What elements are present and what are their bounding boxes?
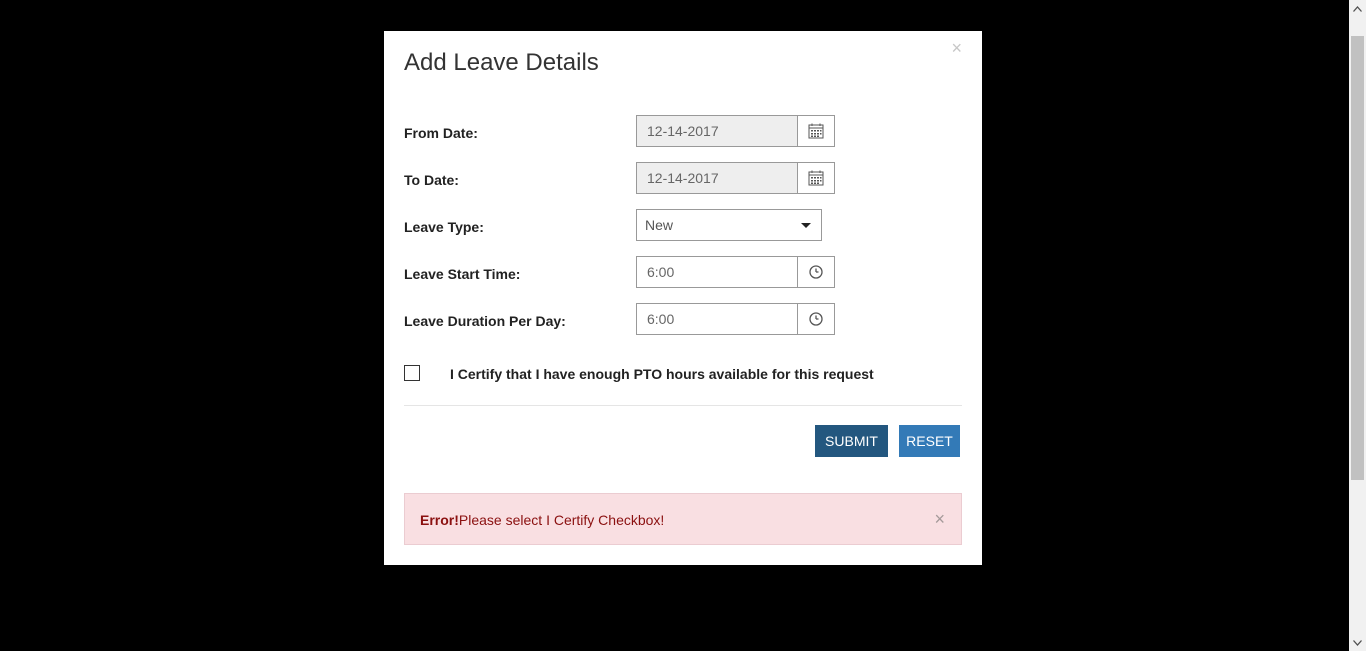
from-date-input[interactable] bbox=[636, 115, 797, 147]
to-date-group bbox=[636, 162, 835, 194]
leave-duration-label: Leave Duration Per Day: bbox=[404, 313, 566, 329]
leave-start-time-label: Leave Start Time: bbox=[404, 266, 521, 282]
to-date-row: To Date: bbox=[404, 162, 964, 206]
leave-start-time-input[interactable] bbox=[636, 256, 797, 288]
clock-icon[interactable] bbox=[797, 256, 835, 288]
leave-duration-row: Leave Duration Per Day: bbox=[404, 303, 964, 347]
leave-type-row: Leave Type: New bbox=[404, 209, 964, 253]
leave-duration-input[interactable] bbox=[636, 303, 797, 335]
close-icon[interactable]: × bbox=[934, 510, 945, 528]
from-date-group bbox=[636, 115, 835, 147]
certify-label[interactable]: I Certify that I have enough PTO hours a… bbox=[450, 366, 874, 382]
calendar-icon[interactable] bbox=[797, 115, 835, 147]
certify-checkbox[interactable] bbox=[404, 365, 420, 381]
chevron-down-icon[interactable] bbox=[1349, 634, 1366, 651]
dialog-title: Add Leave Details bbox=[404, 49, 599, 76]
chevron-up-icon[interactable] bbox=[1349, 0, 1366, 17]
vertical-scrollbar[interactable] bbox=[1349, 0, 1366, 651]
chevron-down-icon bbox=[801, 222, 811, 228]
close-icon[interactable]: × bbox=[951, 39, 962, 57]
error-alert: Error!Please select I Certify Checkbox! … bbox=[404, 493, 962, 545]
to-date-label: To Date: bbox=[404, 172, 459, 188]
calendar-icon[interactable] bbox=[797, 162, 835, 194]
to-date-input[interactable] bbox=[636, 162, 797, 194]
add-leave-dialog: × Add Leave Details From Date: 12-14-201… bbox=[384, 31, 982, 565]
clock-icon[interactable] bbox=[797, 303, 835, 335]
leave-type-value: New bbox=[645, 217, 674, 233]
from-date-row: From Date: bbox=[404, 115, 964, 159]
alert-message: Please select I Certify Checkbox! bbox=[458, 512, 665, 528]
from-date-label: From Date: bbox=[404, 125, 478, 141]
leave-type-select[interactable]: New bbox=[636, 209, 822, 241]
leave-start-time-group bbox=[636, 256, 835, 288]
alert-text: Error!Please select I Certify Checkbox! bbox=[420, 512, 664, 528]
alert-prefix: Error! bbox=[420, 512, 459, 528]
leave-type-label: Leave Type: bbox=[404, 219, 484, 235]
submit-button[interactable]: SUBMIT bbox=[815, 425, 888, 457]
scrollbar-thumb[interactable] bbox=[1351, 36, 1364, 480]
leave-duration-group bbox=[636, 303, 835, 335]
reset-button[interactable]: RESET bbox=[899, 425, 960, 457]
form-divider bbox=[404, 405, 962, 406]
leave-start-time-row: Leave Start Time: bbox=[404, 256, 964, 300]
